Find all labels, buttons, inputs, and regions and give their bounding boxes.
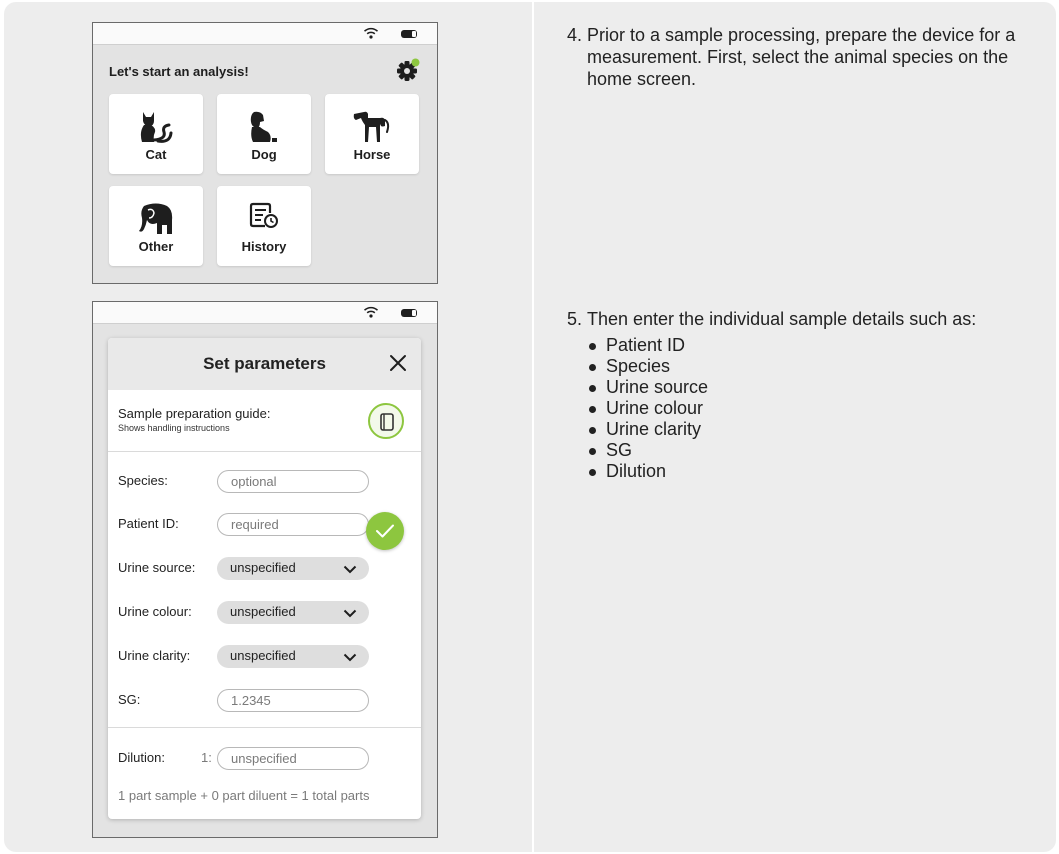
gear-icon[interactable] xyxy=(395,57,421,83)
wifi-icon xyxy=(363,27,379,39)
dilution-prefix: 1: xyxy=(201,750,212,765)
close-icon[interactable] xyxy=(387,352,409,374)
battery-icon xyxy=(401,30,417,38)
tile-cat[interactable]: Cat xyxy=(109,94,203,174)
dialog-header: Set parameters xyxy=(108,338,421,390)
list-item: Urine colour xyxy=(587,398,1037,419)
tile-label: History xyxy=(241,239,287,254)
patient-id-label: Patient ID: xyxy=(118,516,179,531)
history-icon xyxy=(249,202,278,228)
cat-icon xyxy=(140,112,173,143)
confirm-button[interactable] xyxy=(366,512,404,550)
sg-input[interactable]: 1.2345 xyxy=(217,689,369,712)
parameters-dialog: Set parameters Sample preparation guide:… xyxy=(108,338,421,819)
tile-horse[interactable]: Horse xyxy=(325,94,419,174)
list-item: Patient ID xyxy=(587,335,1037,356)
tile-label: Cat xyxy=(145,147,167,162)
sample-guide-row: Sample preparation guide: Shows handling… xyxy=(108,390,421,452)
step-4: 4. Prior to a sample processing, prepare… xyxy=(567,24,1037,90)
wifi-icon xyxy=(363,306,379,318)
book-icon xyxy=(380,413,394,431)
tile-dog[interactable]: Dog xyxy=(217,94,311,174)
step-text: Prior to a sample processing, prepare th… xyxy=(587,25,1016,89)
dilution-input[interactable]: unspecified xyxy=(217,747,369,770)
sg-label: SG: xyxy=(118,692,141,707)
guide-subtitle: Shows handling instructions xyxy=(118,423,230,433)
tile-label: Other xyxy=(138,239,174,254)
elephant-icon xyxy=(139,203,173,234)
horse-icon xyxy=(353,111,390,142)
step-number: 4. xyxy=(567,25,583,45)
step-number: 5. xyxy=(567,309,583,329)
tile-label: Dog xyxy=(251,147,277,162)
chevron-down-icon xyxy=(343,565,357,574)
urine-source-label: Urine source: xyxy=(118,560,196,575)
home-screen: Let's start an analysis! Cat Dog Horse O… xyxy=(92,22,438,284)
chevron-down-icon xyxy=(343,653,357,662)
step-5: 5. Then enter the individual sample deta… xyxy=(567,308,1037,482)
notification-dot xyxy=(411,58,420,67)
status-bar xyxy=(93,302,437,324)
urine-colour-select[interactable]: unspecified xyxy=(217,601,369,624)
list-item: Dilution xyxy=(587,461,1037,482)
list-item: Urine source xyxy=(587,377,1037,398)
list-item: Urine clarity xyxy=(587,419,1037,440)
species-input[interactable]: optional xyxy=(217,470,369,493)
urine-source-value: unspecified xyxy=(230,560,296,575)
tile-other[interactable]: Other xyxy=(109,186,203,266)
check-icon xyxy=(376,524,394,538)
tile-history[interactable]: History xyxy=(217,186,311,266)
tile-label: Horse xyxy=(353,147,391,162)
patient-id-input[interactable]: required xyxy=(217,513,369,536)
urine-colour-value: unspecified xyxy=(230,604,296,619)
battery-icon xyxy=(401,309,417,317)
chevron-down-icon xyxy=(343,609,357,618)
species-label: Species: xyxy=(118,473,168,488)
parameters-screen: Set parameters Sample preparation guide:… xyxy=(92,301,438,838)
dilution-label: Dilution: xyxy=(118,750,165,765)
dog-icon xyxy=(250,111,277,142)
dilution-summary: 1 part sample + 0 part diluent = 1 total… xyxy=(118,788,370,803)
step-text: Then enter the individual sample details… xyxy=(587,309,977,329)
urine-clarity-select[interactable]: unspecified xyxy=(217,645,369,668)
divider xyxy=(108,727,421,728)
detail-list: Patient ID Species Urine source Urine co… xyxy=(567,335,1037,482)
list-item: Species xyxy=(587,356,1037,377)
dialog-title: Set parameters xyxy=(203,354,326,373)
urine-source-select[interactable]: unspecified xyxy=(217,557,369,580)
list-item: SG xyxy=(587,440,1037,461)
urine-clarity-label: Urine clarity: xyxy=(118,648,191,663)
guide-button[interactable] xyxy=(368,403,404,439)
status-bar xyxy=(93,23,437,45)
urine-colour-label: Urine colour: xyxy=(118,604,192,619)
home-title: Let's start an analysis! xyxy=(109,64,249,79)
guide-title: Sample preparation guide: xyxy=(118,406,271,421)
urine-clarity-value: unspecified xyxy=(230,648,296,663)
